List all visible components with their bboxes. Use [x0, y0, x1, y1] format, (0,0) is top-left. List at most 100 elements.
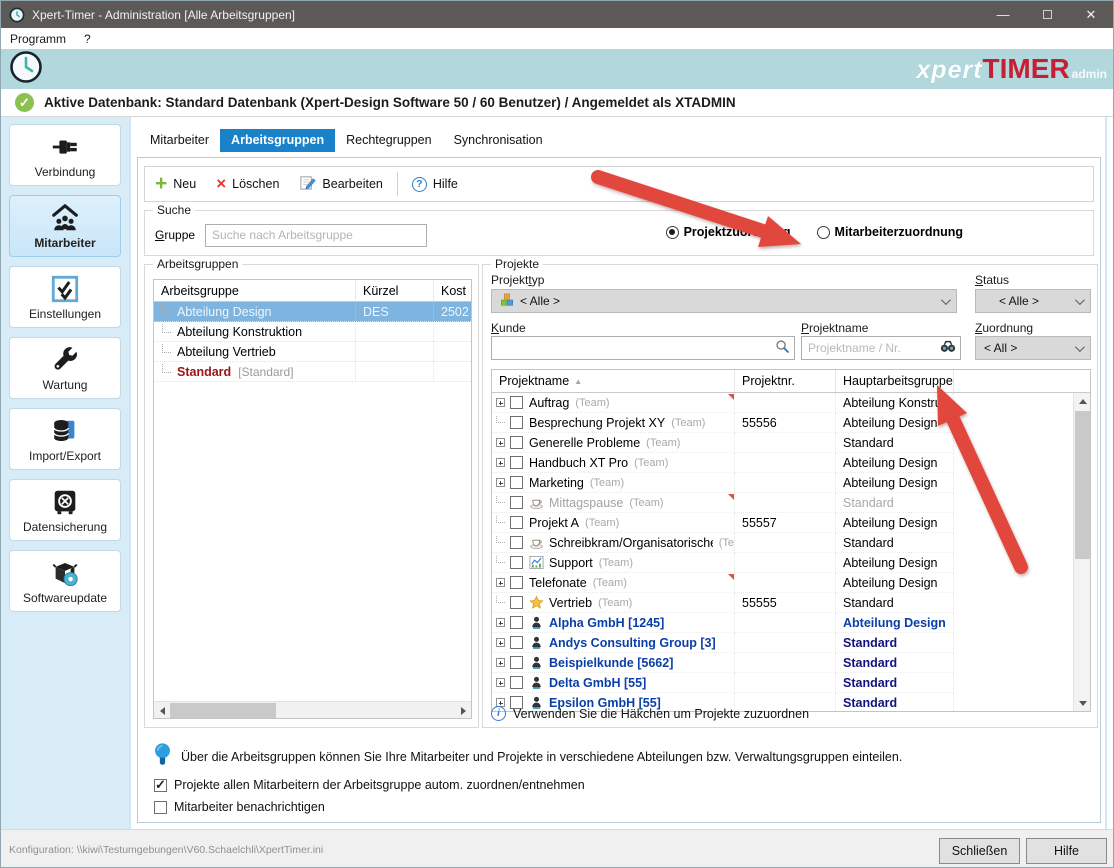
- project-checkbox[interactable]: [510, 516, 523, 529]
- project-checkbox[interactable]: [510, 596, 523, 609]
- zuordnung-dropdown[interactable]: < All >: [975, 336, 1091, 360]
- expand-plus-icon[interactable]: [496, 458, 505, 467]
- project-row[interactable]: Andys Consulting Group [3]Standard: [492, 633, 1090, 653]
- project-checkbox[interactable]: [510, 416, 523, 429]
- workgroup-search-input[interactable]: [205, 224, 427, 247]
- col-projektname[interactable]: Projektname ▲: [492, 370, 735, 392]
- checkbox-checked-icon[interactable]: [154, 779, 167, 792]
- expand-plus-icon[interactable]: [496, 398, 505, 407]
- project-row[interactable]: Delta GmbH [55]Standard: [492, 673, 1090, 693]
- sidebar-item-verbindung[interactable]: Verbindung: [9, 124, 121, 186]
- scroll-right-arrow[interactable]: [455, 702, 471, 719]
- projekttyp-label: Projekttyp: [491, 273, 544, 287]
- horizontal-scroll-thumb[interactable]: [170, 703, 276, 718]
- brand-xpert: xpert: [916, 56, 982, 85]
- workgroup-row[interactable]: Abteilung DesignDES2502: [154, 302, 471, 322]
- help-dialog-button[interactable]: Hilfe: [1026, 838, 1107, 864]
- project-checkbox[interactable]: [510, 396, 523, 409]
- project-checkbox[interactable]: [510, 576, 523, 589]
- binoculars-icon[interactable]: [940, 340, 956, 356]
- expand-plus-icon[interactable]: [496, 618, 505, 627]
- sidebar-item-softwareupdate[interactable]: Softwareupdate: [9, 550, 121, 612]
- project-checkbox[interactable]: [510, 556, 523, 569]
- menu-programm[interactable]: Programm: [1, 30, 75, 48]
- workgroup-row[interactable]: Abteilung Konstruktion: [154, 322, 471, 342]
- project-checkbox[interactable]: [510, 676, 523, 689]
- expand-plus-icon[interactable]: [496, 638, 505, 647]
- status-dropdown[interactable]: < Alle >: [975, 289, 1091, 313]
- person-icon: [529, 635, 544, 650]
- sidebar-item-einstellungen[interactable]: Einstellungen: [9, 266, 121, 328]
- project-row[interactable]: Schreibkram/Organisatorisches(TeStandard: [492, 533, 1090, 553]
- project-row[interactable]: Handbuch XT Pro(Team)Abteilung Design: [492, 453, 1090, 473]
- expand-plus-icon[interactable]: [496, 438, 505, 447]
- info-icon: i: [491, 706, 506, 721]
- col-projektnr[interactable]: Projektnr.: [735, 370, 836, 392]
- vertical-scrollbar[interactable]: [1073, 393, 1090, 711]
- expand-plus-icon[interactable]: [496, 658, 505, 667]
- maximize-button[interactable]: [1025, 1, 1069, 28]
- search-icon[interactable]: [775, 339, 790, 357]
- sidebar-item-mitarbeiter[interactable]: Mitarbeiter: [9, 195, 121, 257]
- project-checkbox[interactable]: [510, 476, 523, 489]
- project-row[interactable]: Telefonate(Team)Abteilung Design: [492, 573, 1090, 593]
- scroll-left-arrow[interactable]: [154, 702, 170, 719]
- expand-plus-icon[interactable]: [496, 678, 505, 687]
- project-row[interactable]: Projekt A(Team)55557Abteilung Design: [492, 513, 1090, 533]
- project-checkbox[interactable]: [510, 636, 523, 649]
- help-button[interactable]: ? Hilfe: [402, 167, 468, 201]
- checkbox-unchecked-icon[interactable]: [154, 801, 167, 814]
- col-arbeitsgruppe[interactable]: Arbeitsgruppe: [154, 280, 356, 301]
- expand-plus-icon[interactable]: [496, 478, 505, 487]
- scroll-up-arrow[interactable]: [1074, 393, 1091, 409]
- project-row[interactable]: Alpha GmbH [1245]Abteilung Design: [492, 613, 1090, 633]
- col-hauptarbeitsgruppe[interactable]: Hauptarbeitsgruppe: [836, 370, 954, 392]
- project-checkbox[interactable]: [510, 456, 523, 469]
- project-row[interactable]: Vertrieb(Team)55555Standard: [492, 593, 1090, 613]
- vertical-scroll-thumb[interactable]: [1075, 411, 1090, 559]
- radio-mitarbeiterzuordnung[interactable]: Mitarbeiterzuordnung: [817, 225, 963, 239]
- tab-rechtegruppen[interactable]: Rechtegruppen: [335, 129, 442, 152]
- close-button[interactable]: ✕: [1069, 1, 1113, 28]
- close-dialog-button[interactable]: Schließen: [939, 838, 1020, 864]
- new-button[interactable]: + Neu: [145, 167, 206, 201]
- tab-arbeitsgruppen[interactable]: Arbeitsgruppen: [220, 129, 335, 152]
- col-kost[interactable]: Kost: [434, 280, 471, 301]
- project-row[interactable]: Support(Team)Abteilung Design: [492, 553, 1090, 573]
- project-row[interactable]: Beispielkunde [5662]Standard: [492, 653, 1090, 673]
- project-checkbox[interactable]: [510, 616, 523, 629]
- project-checkbox[interactable]: [510, 536, 523, 549]
- tab-synchronisation[interactable]: Synchronisation: [443, 129, 554, 152]
- radio-projektzuordnung[interactable]: Projektzuordnung: [666, 225, 791, 239]
- notify-checkbox-row[interactable]: Mitarbeiter benachrichtigen: [154, 800, 325, 814]
- project-row[interactable]: Generelle Probleme(Team)Standard: [492, 433, 1090, 453]
- col-kuerzel[interactable]: Kürzel: [356, 280, 434, 301]
- sidebar-item-label: Wartung: [43, 378, 88, 392]
- project-checkbox[interactable]: [510, 656, 523, 669]
- project-checkbox[interactable]: [510, 436, 523, 449]
- menu-help[interactable]: ?: [75, 30, 100, 48]
- sidebar-item-datensicherung[interactable]: Datensicherung: [9, 479, 121, 541]
- expand-plus-icon[interactable]: [496, 578, 505, 587]
- delete-button[interactable]: × Löschen: [206, 167, 289, 201]
- sidebar-item-wartung[interactable]: Wartung: [9, 337, 121, 399]
- edit-button[interactable]: Bearbeiten: [289, 167, 392, 201]
- project-main-workgroup: Abteilung Konstru..: [836, 393, 954, 413]
- minimize-button[interactable]: —: [981, 1, 1025, 28]
- scroll-down-arrow[interactable]: [1074, 695, 1091, 711]
- kunde-input[interactable]: [496, 340, 775, 356]
- sidebar-item-import-export[interactable]: Import/Export: [9, 408, 121, 470]
- project-main-workgroup: Standard: [836, 433, 954, 453]
- horizontal-scrollbar[interactable]: [154, 701, 471, 718]
- projekttyp-dropdown[interactable]: < Alle >: [491, 289, 957, 313]
- workgroup-row[interactable]: Standard[Standard]: [154, 362, 471, 382]
- project-row[interactable]: Auftrag(Team)Abteilung Konstru..: [492, 393, 1090, 413]
- projektname-input[interactable]: [806, 340, 940, 356]
- project-row[interactable]: Besprechung Projekt XY(Team)55556Abteilu…: [492, 413, 1090, 433]
- project-row[interactable]: Marketing(Team)Abteilung Design: [492, 473, 1090, 493]
- project-row[interactable]: Mittagspause(Team)Standard: [492, 493, 1090, 513]
- auto-assign-checkbox-row[interactable]: Projekte allen Mitarbeitern der Arbeitsg…: [154, 778, 585, 792]
- workgroup-row[interactable]: Abteilung Vertrieb: [154, 342, 471, 362]
- project-checkbox[interactable]: [510, 496, 523, 509]
- tab-mitarbeiter[interactable]: Mitarbeiter: [139, 129, 220, 152]
